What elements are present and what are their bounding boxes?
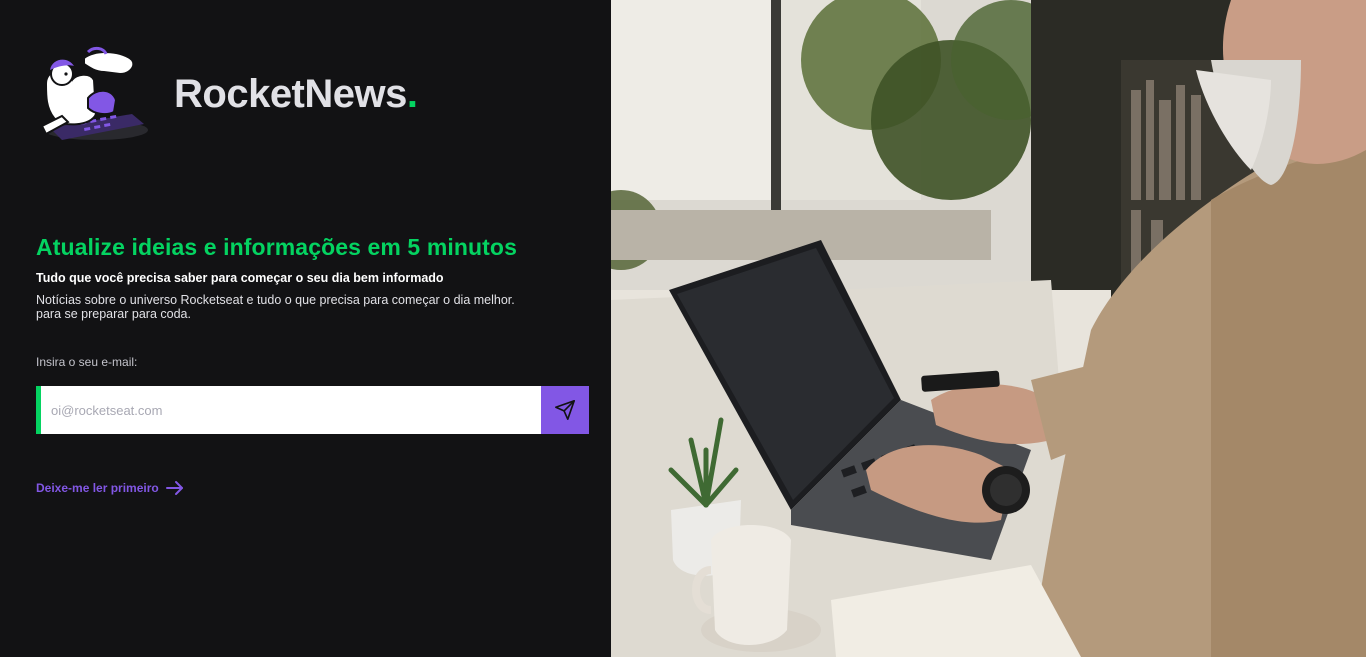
logo	[32, 44, 152, 148]
left-panel: RocketNews. Atualize ideias e informaçõe…	[0, 0, 611, 657]
description-line-2: para se preparar para coda.	[36, 307, 191, 321]
hero-image	[611, 0, 1366, 657]
email-label: Insira o seu e-mail:	[36, 355, 138, 369]
submit-button[interactable]	[541, 386, 589, 434]
email-input[interactable]	[41, 386, 541, 434]
logo-illustration-icon	[40, 46, 148, 140]
subscribe-form	[36, 386, 589, 434]
description-line-1: Notícias sobre o universo Rocketseat e t…	[36, 293, 515, 307]
read-first-link[interactable]: Deixe-me ler primeiro	[36, 480, 185, 496]
brand-text: RocketNews	[174, 72, 407, 116]
brand-name: RocketNews.	[174, 72, 418, 117]
read-first-label: Deixe-me ler primeiro	[36, 481, 159, 495]
send-icon	[555, 400, 575, 420]
page-title: Atualize ideias e informações em 5 minut…	[36, 234, 517, 260]
subtitle: Tudo que você precisa saber para começar…	[36, 271, 444, 285]
arrow-right-icon	[165, 481, 183, 495]
brand-dot: .	[406, 72, 418, 116]
man-typing-laptop-image	[611, 0, 1366, 657]
description: Notícias sobre o universo Rocketseat e t…	[36, 293, 556, 321]
